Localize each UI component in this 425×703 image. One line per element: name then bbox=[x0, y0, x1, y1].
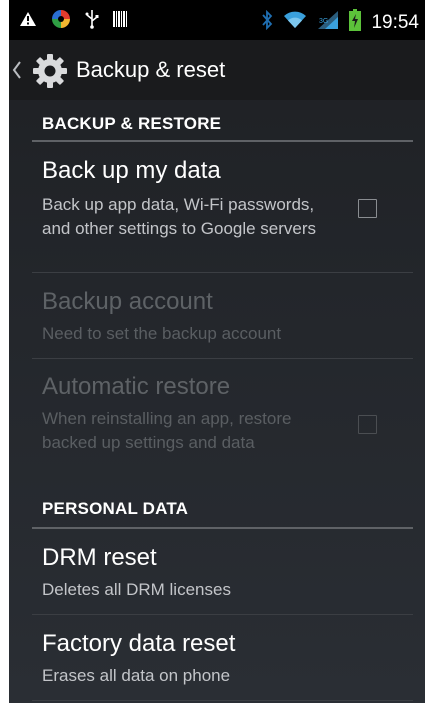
item-summary: Erases all data on phone bbox=[42, 666, 231, 685]
page-title: Backup & reset bbox=[76, 57, 226, 82]
up-caret-icon[interactable] bbox=[12, 60, 22, 85]
section-header-personal-data: PERSONAL DATA bbox=[9, 488, 425, 529]
back-up-my-data-checkbox[interactable] bbox=[358, 199, 377, 218]
signal-icon: 3G bbox=[317, 10, 339, 35]
item-summary: Deletes all DRM licenses bbox=[42, 580, 231, 599]
list-divider bbox=[32, 700, 413, 701]
status-bar-time: 19:54 bbox=[371, 11, 419, 33]
action-bar: Backup & reset bbox=[9, 40, 425, 100]
screen: 3G 19:54 Backup & reset BACKUP & RESTORE… bbox=[9, 0, 425, 703]
item-title: Automatic restore bbox=[42, 373, 231, 400]
settings-list: BACKUP & RESTORE Back up my data Back up… bbox=[9, 100, 425, 701]
back-up-my-data-item[interactable]: Back up my data Back up app data, Wi-Fi … bbox=[9, 142, 425, 273]
section-label: PERSONAL DATA bbox=[42, 499, 189, 518]
item-title: Backup account bbox=[42, 288, 213, 315]
svg-text:3G: 3G bbox=[319, 18, 328, 25]
app-notification-icon bbox=[51, 9, 71, 34]
battery-charging-icon bbox=[349, 9, 362, 36]
warning-icon bbox=[19, 11, 37, 32]
gear-icon[interactable] bbox=[31, 52, 69, 95]
backup-account-item[interactable]: Backup account Need to set the backup ac… bbox=[9, 273, 425, 359]
usb-icon bbox=[85, 9, 99, 34]
wifi-icon bbox=[283, 11, 307, 34]
factory-data-reset-item[interactable]: Factory data reset Erases all data on ph… bbox=[9, 615, 425, 701]
automatic-restore-checkbox[interactable] bbox=[358, 415, 377, 434]
bluetooth-icon bbox=[261, 9, 273, 35]
drm-reset-item[interactable]: DRM reset Deletes all DRM licenses bbox=[9, 529, 425, 615]
section-header-backup-restore: BACKUP & RESTORE bbox=[9, 100, 425, 142]
section-label: BACKUP & RESTORE bbox=[42, 114, 222, 133]
status-bar-notifications bbox=[19, 9, 127, 34]
status-bar: 3G 19:54 bbox=[9, 0, 425, 40]
item-summary: When reinstalling an app, restore backed… bbox=[42, 409, 292, 452]
automatic-restore-item[interactable]: Automatic restore When reinstalling an a… bbox=[9, 359, 425, 488]
item-summary: Back up app data, Wi-Fi passwords, and o… bbox=[42, 195, 317, 238]
barcode-icon bbox=[113, 11, 127, 32]
item-title: DRM reset bbox=[42, 544, 157, 571]
item-title: Back up my data bbox=[42, 157, 221, 184]
item-summary: Need to set the backup account bbox=[42, 324, 282, 343]
status-bar-system: 3G 19:54 bbox=[261, 9, 419, 36]
item-title: Factory data reset bbox=[42, 630, 236, 657]
